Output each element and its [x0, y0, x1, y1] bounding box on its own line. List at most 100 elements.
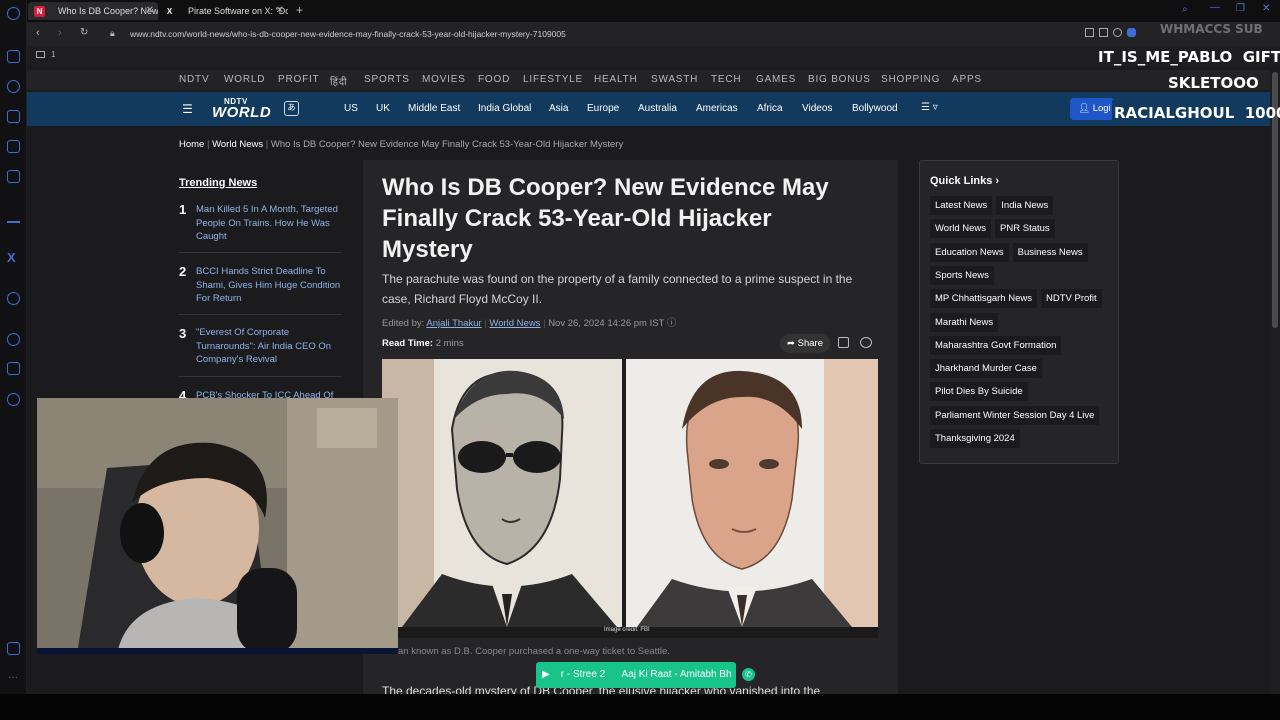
world-nav-item[interactable]: Videos: [802, 103, 832, 114]
ticker-item[interactable]: Aaj Ki Raat - Amitabh Bh: [621, 669, 731, 680]
network-nav-item[interactable]: SWASTH: [651, 74, 698, 85]
twitch-icon[interactable]: [7, 140, 20, 153]
quick-link-chip[interactable]: MP Chhattisgarh News: [930, 289, 1037, 309]
trending-title[interactable]: Trending News: [179, 177, 257, 189]
editor-link[interactable]: Anjali Thakur: [426, 318, 481, 329]
breadcrumb-section[interactable]: World News: [212, 139, 263, 150]
quick-link-chip[interactable]: India News: [996, 196, 1054, 215]
trending-link[interactable]: Man Killed 5 In A Month, Targeted People…: [196, 203, 344, 244]
cube-icon[interactable]: [7, 362, 20, 375]
breadcrumb-home[interactable]: Home: [179, 139, 204, 150]
comment-icon[interactable]: [860, 337, 872, 348]
ticker-item[interactable]: r - Stree 2: [561, 669, 605, 680]
network-nav-item[interactable]: SPORTS: [364, 74, 410, 85]
world-nav-item[interactable]: Middle East: [408, 103, 460, 114]
sidebar-app-icon[interactable]: [7, 292, 20, 305]
whatsapp-icon[interactable]: ✆: [742, 668, 755, 681]
world-nav-item[interactable]: Africa: [757, 103, 783, 114]
reload-icon[interactable]: ↻: [80, 27, 88, 38]
world-nav-item[interactable]: US: [344, 103, 358, 114]
tab-pirate-software[interactable]: X Pirate Software on X: "Don ✕: [158, 2, 288, 20]
world-nav-item[interactable]: Asia: [549, 103, 568, 114]
menu-search-icon[interactable]: ☰: [182, 102, 193, 116]
quick-link-chip[interactable]: World News: [930, 219, 992, 239]
search-tabs-icon[interactable]: ⌕: [1182, 4, 1188, 15]
sidebar-app-icon[interactable]: [7, 80, 20, 93]
quick-link-chip[interactable]: Business News: [1012, 242, 1088, 262]
forward-icon[interactable]: ›: [58, 27, 62, 39]
more-sections-icon[interactable]: ☰ ▿: [921, 102, 938, 113]
network-nav-item[interactable]: NDTV: [179, 74, 209, 85]
aria-icon[interactable]: [7, 210, 20, 223]
url-text[interactable]: www.ndtv.com/world-news/who-is-db-cooper…: [130, 29, 566, 39]
share-button[interactable]: ➦ Share: [780, 334, 830, 353]
quick-link-chip[interactable]: Marathi News: [930, 312, 999, 332]
tab-ndtv[interactable]: N Who Is DB Cooper? New E ✕: [28, 2, 158, 20]
article-meta: Edited by: Anjali Thakur | World News | …: [382, 318, 677, 329]
sidebar-app-icon[interactable]: [7, 170, 20, 183]
quick-link-chip[interactable]: Jharkhand Murder Case: [930, 359, 1042, 379]
camera-icon[interactable]: [1113, 28, 1122, 37]
audio-ticker[interactable]: ▶ r - Stree 2 Aaj Ki Raat - Amitabh Bh: [536, 662, 736, 688]
quick-link-chip[interactable]: Thanksgiving 2024: [930, 429, 1020, 448]
sidebar-app-icon[interactable]: [7, 642, 20, 655]
quick-link-chip[interactable]: Maharashtra Govt Formation: [930, 335, 1062, 355]
play-icon[interactable]: ▶: [542, 662, 558, 688]
close-window-icon[interactable]: ✕: [1262, 3, 1270, 14]
back-icon[interactable]: ‹: [36, 27, 40, 39]
network-nav-item[interactable]: APPS: [952, 74, 982, 85]
share-label: Share: [797, 338, 823, 349]
network-nav-item[interactable]: SHOPPING: [881, 74, 940, 85]
quick-link-chip[interactable]: Education News: [930, 242, 1009, 262]
copy-icon[interactable]: [838, 337, 849, 348]
world-nav-item[interactable]: Bollywood: [852, 103, 898, 114]
network-nav-item[interactable]: LIFESTYLE: [523, 74, 583, 85]
network-nav-item[interactable]: MOVIES: [422, 74, 466, 85]
trending-link[interactable]: "Everest Of Corporate Turnarounds": Air …: [196, 326, 344, 367]
network-nav-item[interactable]: HEALTH: [594, 74, 638, 85]
quick-links-title[interactable]: Quick Links ›: [930, 175, 999, 187]
close-tab-icon[interactable]: ✕: [276, 2, 284, 20]
world-nav-item[interactable]: Europe: [587, 103, 619, 114]
lock-icon[interactable]: 🔒︎: [110, 28, 115, 39]
settings-gear-icon[interactable]: [7, 393, 20, 406]
world-nav-item[interactable]: UK: [376, 103, 390, 114]
quick-link-chip[interactable]: NDTV Profit: [1040, 289, 1102, 309]
quick-link-chip[interactable]: Parliament Winter Session Day 4 Live: [930, 405, 1100, 425]
trending-link[interactable]: BCCI Hands Strict Deadline To Shami, Giv…: [196, 265, 344, 306]
network-nav-item[interactable]: BIG BONUS: [808, 74, 871, 85]
world-nav-item[interactable]: Australia: [638, 103, 677, 114]
close-tab-icon[interactable]: ✕: [146, 2, 154, 20]
world-logo[interactable]: WORLD: [212, 104, 271, 121]
network-nav-item[interactable]: TECH: [711, 74, 741, 85]
sidebar-app-icon[interactable]: [7, 50, 20, 63]
edit-icon[interactable]: [1099, 28, 1108, 37]
maximize-icon[interactable]: ❐: [1236, 3, 1245, 14]
quick-link-chip[interactable]: Pilot Dies By Suicide: [930, 382, 1028, 402]
new-tab-icon[interactable]: +: [296, 3, 303, 17]
vpn-shield-icon[interactable]: [1127, 28, 1136, 37]
network-nav-item[interactable]: WORLD: [224, 74, 265, 85]
login-button[interactable]: 👤︎ Logi: [1070, 98, 1114, 120]
language-icon[interactable]: あ: [284, 101, 299, 116]
reader-icon[interactable]: [1085, 28, 1094, 37]
folder-icon[interactable]: [36, 51, 45, 58]
minimize-icon[interactable]: —: [1210, 2, 1220, 13]
network-nav-item[interactable]: हिंदी: [330, 74, 347, 88]
article-image[interactable]: Image credit: FBI: [382, 359, 878, 638]
section-link[interactable]: World News: [489, 318, 540, 329]
sidebar-app-icon[interactable]: [7, 110, 20, 123]
quick-link-chip[interactable]: PNR Status: [995, 219, 1055, 239]
more-icon[interactable]: ···: [8, 672, 18, 683]
x-twitter-icon[interactable]: X: [7, 250, 16, 265]
world-nav-item[interactable]: India Global: [478, 103, 531, 114]
network-nav-item[interactable]: PROFIT: [278, 74, 319, 85]
world-nav-item[interactable]: Americas: [696, 103, 738, 114]
quick-link-chip[interactable]: Sports News: [930, 265, 994, 285]
network-nav-item[interactable]: GAMES: [756, 74, 796, 85]
history-icon[interactable]: [7, 333, 20, 346]
opera-logo-icon[interactable]: [7, 7, 20, 20]
network-nav-item[interactable]: FOOD: [478, 74, 510, 85]
quick-link-chip[interactable]: Latest News: [930, 196, 993, 215]
info-icon[interactable]: ⓘ: [667, 318, 677, 329]
